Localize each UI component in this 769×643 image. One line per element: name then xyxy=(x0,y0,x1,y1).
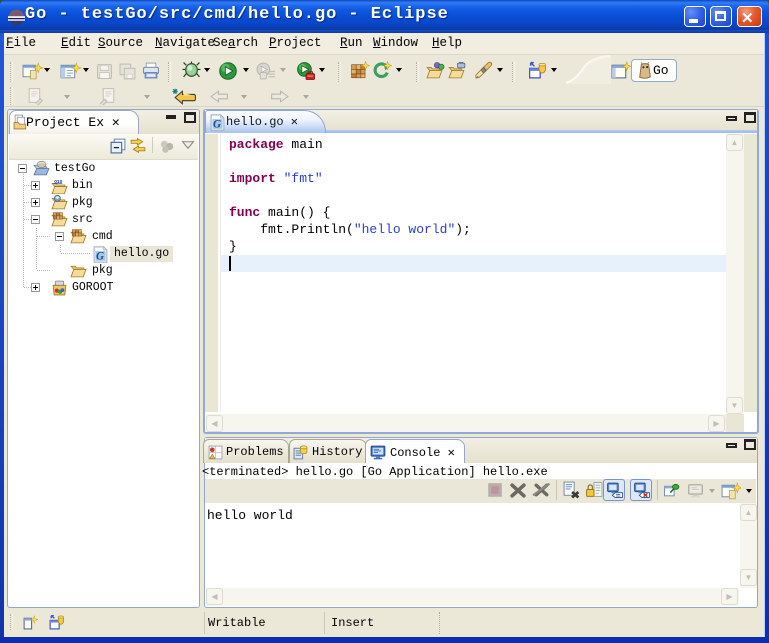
svg-text:010: 010 xyxy=(54,179,62,185)
svg-text:G: G xyxy=(96,250,104,262)
svg-text:G: G xyxy=(213,118,221,130)
